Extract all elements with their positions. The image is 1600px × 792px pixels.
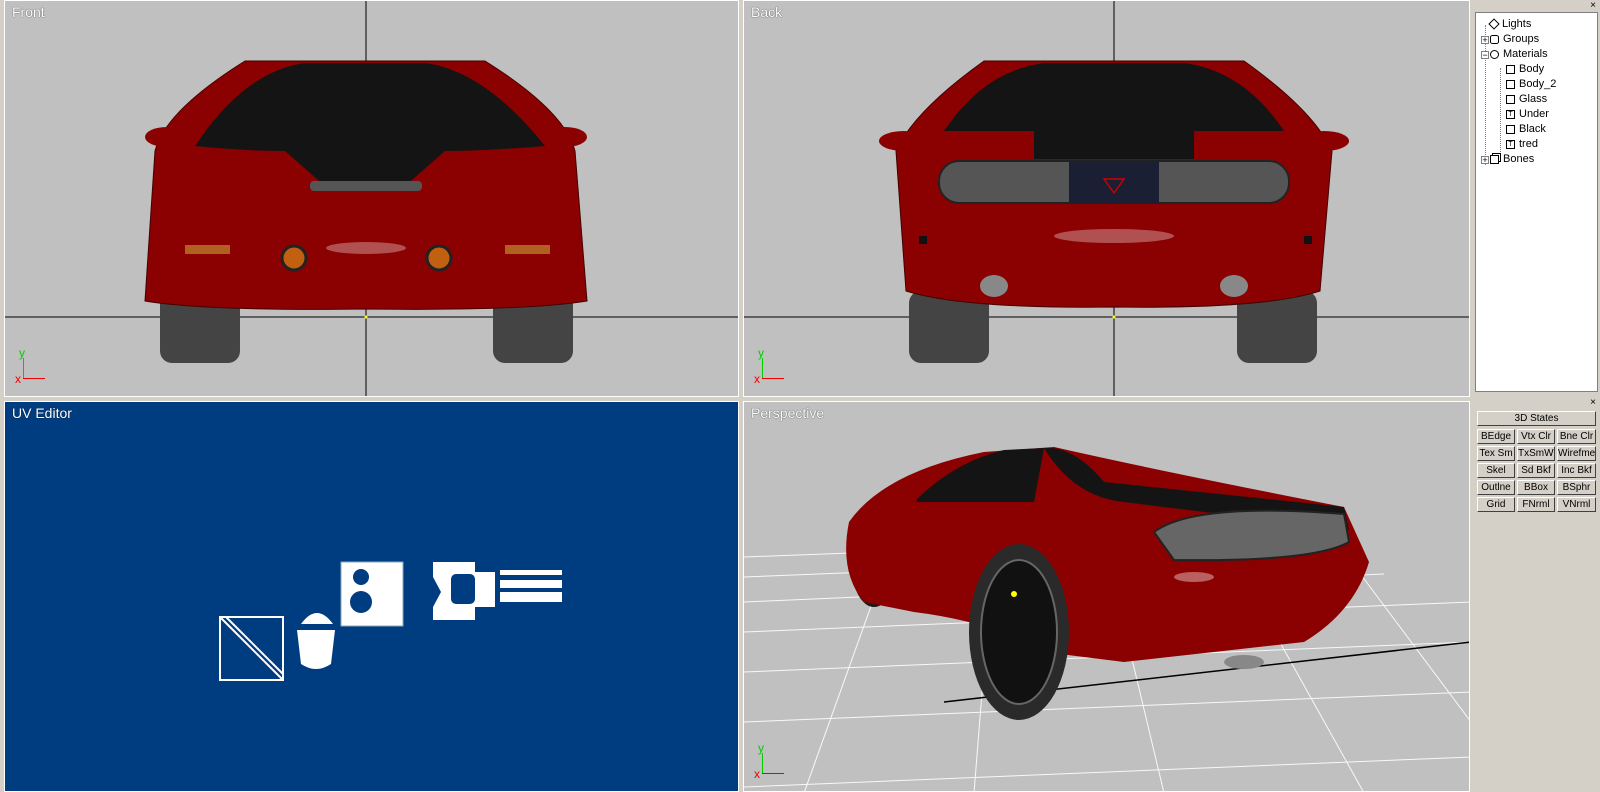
outline-toggle[interactable]: Outlne	[1477, 480, 1515, 495]
material-icon	[1490, 49, 1499, 59]
tree-item-groups[interactable]: Groups	[1490, 32, 1539, 47]
light-icon	[1488, 18, 1500, 30]
grid-toggle[interactable]: Grid	[1477, 497, 1515, 512]
fnrml-toggle[interactable]: FNrml	[1517, 497, 1555, 512]
axis-y-label: y	[758, 741, 764, 755]
sd-bkf-toggle[interactable]: Sd Bkf	[1517, 463, 1555, 478]
material-swatch-icon	[1506, 94, 1515, 104]
back-viewport[interactable]: Back y x	[743, 0, 1470, 397]
perspective-viewport[interactable]: Perspective y x	[743, 401, 1470, 792]
tree-item-lights[interactable]: Lights	[1488, 17, 1531, 32]
perspective-viewport-title: Perspective	[751, 405, 825, 421]
material-swatch-icon	[1506, 124, 1515, 134]
uv-editor-viewport[interactable]: UV Editor	[4, 401, 739, 792]
perspective-car-render	[744, 447, 1469, 791]
front-viewport-title: Front	[12, 4, 45, 20]
vnrml-toggle[interactable]: VNrml	[1557, 497, 1596, 512]
scene-tree-close-icon[interactable]: ×	[1588, 1, 1598, 11]
front-car-render	[5, 1, 738, 396]
3d-states-button[interactable]: 3D States	[1477, 411, 1596, 426]
axis-y-label: y	[758, 346, 764, 360]
axis-x-label: x	[15, 372, 21, 386]
tree-item-material-under[interactable]: T Under	[1506, 107, 1549, 122]
display-panel-close-icon[interactable]: ×	[1588, 398, 1598, 408]
scene-tree[interactable]: Lights + Groups − Materials Body Body_2 …	[1475, 12, 1598, 392]
uv-editor-title: UV Editor	[12, 405, 72, 421]
txsmwr-toggle[interactable]: TxSmWr	[1517, 446, 1555, 461]
bsphr-toggle[interactable]: BSphr	[1557, 480, 1596, 495]
tree-item-materials[interactable]: Materials	[1490, 47, 1548, 62]
textured-material-icon: T	[1506, 139, 1515, 149]
wireframe-toggle[interactable]: Wirefme	[1557, 446, 1596, 461]
tree-item-material-black[interactable]: Black	[1506, 122, 1546, 137]
tree-item-material-tred[interactable]: Ttred	[1506, 137, 1538, 152]
groups-expand-icon[interactable]: +	[1481, 36, 1489, 45]
bbox-toggle[interactable]: BBox	[1517, 480, 1555, 495]
axis-x-label: x	[754, 767, 760, 781]
material-swatch-icon	[1506, 64, 1515, 74]
tex-sm-toggle[interactable]: Tex Sm	[1477, 446, 1515, 461]
bedge-toggle[interactable]: BEdge	[1477, 429, 1515, 444]
bones-expand-icon[interactable]: +	[1481, 156, 1489, 165]
axis-x-label: x	[754, 372, 760, 386]
perspective-axis-gizmo: y x	[754, 741, 794, 781]
axis-y-label: y	[19, 346, 25, 360]
uv-layout	[219, 561, 562, 681]
tree-item-material-body-2[interactable]: Body_2	[1506, 77, 1556, 92]
tree-item-bones[interactable]: Bones	[1490, 152, 1534, 167]
textured-material-icon: T	[1506, 109, 1515, 119]
group-icon	[1490, 34, 1499, 44]
skel-toggle[interactable]: Skel	[1477, 463, 1515, 478]
bne-clr-toggle[interactable]: Bne Clr	[1557, 429, 1596, 444]
back-axis-gizmo: y x	[754, 346, 794, 386]
front-axis-gizmo: y x	[15, 346, 55, 386]
materials-collapse-icon[interactable]: −	[1481, 51, 1489, 60]
right-side-panel: × Lights + Groups − Materials Body Body_…	[1471, 0, 1600, 792]
back-viewport-title: Back	[751, 4, 783, 20]
tree-item-material-glass[interactable]: Glass	[1506, 92, 1547, 107]
inc-bkf-toggle[interactable]: Inc Bkf	[1557, 463, 1596, 478]
back-car-render	[744, 1, 1469, 396]
material-swatch-icon	[1506, 79, 1515, 89]
vtx-clr-toggle[interactable]: Vtx Clr	[1517, 429, 1555, 444]
bones-icon	[1490, 154, 1499, 164]
front-viewport[interactable]: Front y x	[4, 0, 739, 397]
tree-item-material-body[interactable]: Body	[1506, 62, 1544, 77]
